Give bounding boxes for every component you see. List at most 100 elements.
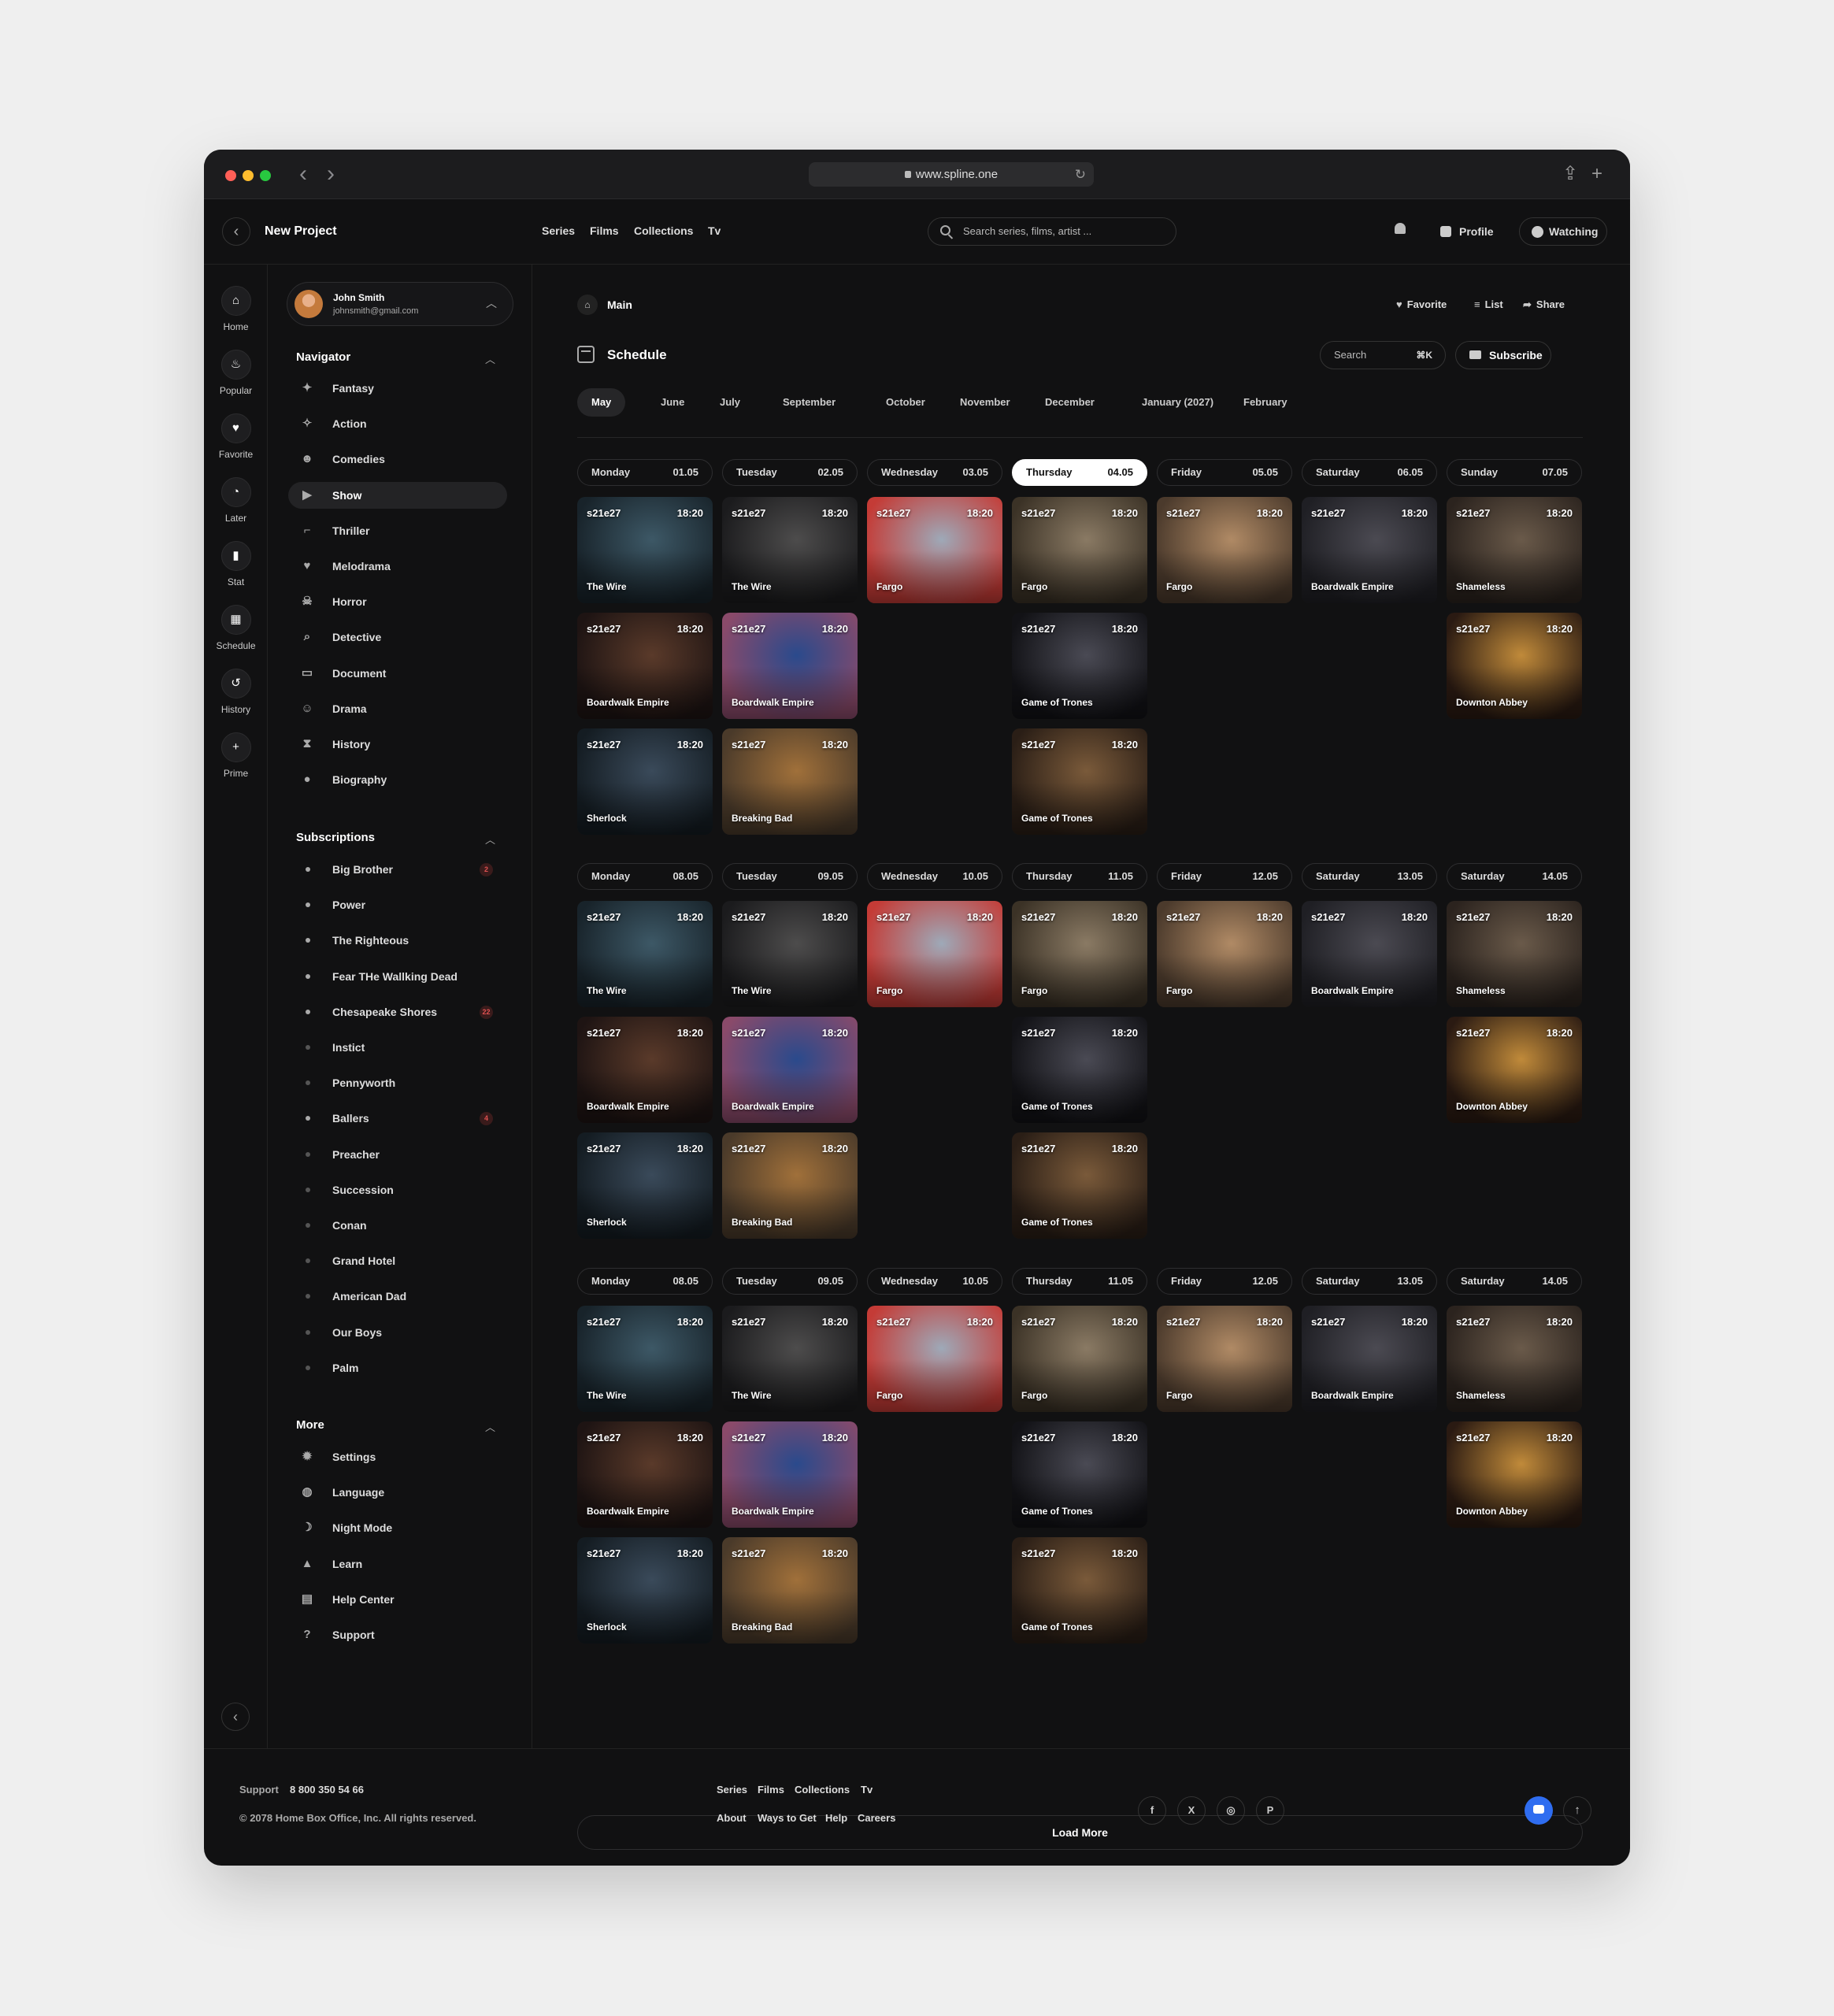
search-input[interactable]: Search series, films, artist ... xyxy=(928,217,1176,246)
episode-card-the-wire[interactable]: s21e27 18:20 The Wire xyxy=(577,497,713,603)
subscription-item-pennyworth[interactable]: Pennyworth xyxy=(288,1069,507,1096)
rail-item-favorite[interactable]: ♥ Favorite xyxy=(204,413,268,460)
sidebar-item-melodrama[interactable]: ♥ Melodrama xyxy=(288,553,507,580)
episode-card-the-wire[interactable]: s21e27 18:20 The Wire xyxy=(577,1306,713,1412)
topnav-tv[interactable]: Tv xyxy=(708,224,721,237)
episode-card-fargo[interactable]: s21e27 18:20 Fargo xyxy=(867,901,1002,1007)
subscribe-button[interactable]: Subscribe xyxy=(1455,341,1551,369)
episode-card-boardwalk-empire[interactable]: s21e27 18:20 Boardwalk Empire xyxy=(722,1017,858,1123)
forward-arrow-icon[interactable]: › xyxy=(320,162,341,186)
footer-link-tv[interactable]: Tv xyxy=(861,1784,873,1796)
sidebar-item-comedies[interactable]: ☻ Comedies xyxy=(288,446,507,472)
subscription-item-chesapeake-shores[interactable]: Chesapeake Shores 22 xyxy=(288,999,507,1025)
sidebar-item-fantasy[interactable]: ✦ Fantasy xyxy=(288,375,507,402)
month-tab-june[interactable]: June xyxy=(647,388,698,417)
footer-link-films[interactable]: Films xyxy=(758,1784,784,1796)
month-tab-december[interactable]: December xyxy=(1031,388,1109,417)
subscription-item-american-dad[interactable]: American Dad xyxy=(288,1283,507,1310)
topnav-series[interactable]: Series xyxy=(542,224,575,237)
sidebar-item-language[interactable]: ◍ Language xyxy=(288,1479,507,1506)
rail-item-stat[interactable]: ▮ Stat xyxy=(204,541,268,587)
favorite-button[interactable]: ♥ Favorite xyxy=(1396,295,1447,315)
month-tab-july[interactable]: July xyxy=(706,388,754,417)
month-tab-november[interactable]: November xyxy=(946,388,1024,417)
instagram-icon[interactable]: ◎ xyxy=(1217,1796,1245,1825)
footer-link-about[interactable]: About xyxy=(717,1812,747,1824)
minimize-window-button[interactable] xyxy=(243,170,254,181)
close-window-button[interactable] xyxy=(225,170,236,181)
watching-button[interactable]: Watching xyxy=(1519,217,1607,246)
episode-card-boardwalk-empire[interactable]: s21e27 18:20 Boardwalk Empire xyxy=(577,1421,713,1528)
rail-item-later[interactable]: ◔ Later xyxy=(204,477,268,524)
sidebar-item-biography[interactable]: ● Biography xyxy=(288,766,507,793)
bell-icon[interactable] xyxy=(1395,223,1406,234)
day-header[interactable]: Tuesday 09.05 xyxy=(722,1268,858,1295)
rail-item-schedule[interactable]: ▦ Schedule xyxy=(204,605,268,651)
subscription-item-preacher[interactable]: Preacher xyxy=(288,1141,507,1168)
month-tab-february[interactable]: February xyxy=(1229,388,1302,417)
back-button[interactable]: ‹ xyxy=(222,217,250,246)
sidebar-item-settings[interactable]: ✹ Settings xyxy=(288,1443,507,1470)
episode-card-boardwalk-empire[interactable]: s21e27 18:20 Boardwalk Empire xyxy=(1302,497,1437,603)
month-tab-september[interactable]: September xyxy=(769,388,850,417)
subscription-item-fear-the-wallking-dead[interactable]: Fear THe Wallking Dead xyxy=(288,963,507,990)
subscription-item-succession[interactable]: Succession xyxy=(288,1177,507,1203)
episode-card-fargo[interactable]: s21e27 18:20 Fargo xyxy=(867,497,1002,603)
episode-card-the-wire[interactable]: s21e27 18:20 The Wire xyxy=(577,901,713,1007)
episode-card-sherlock[interactable]: s21e27 18:20 Sherlock xyxy=(577,728,713,835)
episode-card-game-of-trones[interactable]: s21e27 18:20 Game of Trones xyxy=(1012,613,1147,719)
day-header[interactable]: Monday 01.05 xyxy=(577,459,713,486)
subscription-item-palm[interactable]: Palm xyxy=(288,1354,507,1381)
day-header[interactable]: Friday 12.05 xyxy=(1157,1268,1292,1295)
subscription-item-the-righteous[interactable]: The Righteous xyxy=(288,927,507,954)
sidebar-item-horror[interactable]: ☠ Horror xyxy=(288,588,507,615)
episode-card-downton-abbey[interactable]: s21e27 18:20 Downton Abbey xyxy=(1447,1017,1582,1123)
share-icon[interactable]: ⇪ xyxy=(1562,162,1578,186)
day-header[interactable]: Monday 08.05 xyxy=(577,1268,713,1295)
episode-card-fargo[interactable]: s21e27 18:20 Fargo xyxy=(1157,1306,1292,1412)
episode-card-fargo[interactable]: s21e27 18:20 Fargo xyxy=(1157,901,1292,1007)
month-tab-may[interactable]: May xyxy=(577,388,626,417)
subscription-item-grand-hotel[interactable]: Grand Hotel xyxy=(288,1247,507,1274)
episode-card-boardwalk-empire[interactable]: s21e27 18:20 Boardwalk Empire xyxy=(577,1017,713,1123)
subscription-item-power[interactable]: Power xyxy=(288,891,507,918)
subscription-item-instict[interactable]: Instict xyxy=(288,1034,507,1061)
episode-card-game-of-trones[interactable]: s21e27 18:20 Game of Trones xyxy=(1012,728,1147,835)
breadcrumb[interactable]: ⌂ Main xyxy=(577,295,632,315)
pinterest-icon[interactable]: P xyxy=(1256,1796,1284,1825)
day-header[interactable]: Wednesday 10.05 xyxy=(867,863,1002,890)
episode-card-game-of-trones[interactable]: s21e27 18:20 Game of Trones xyxy=(1012,1132,1147,1239)
footer-link-collections[interactable]: Collections xyxy=(795,1784,850,1796)
topnav-films[interactable]: Films xyxy=(590,224,619,237)
rail-item-history[interactable]: ↺ History xyxy=(204,669,268,715)
day-header[interactable]: Saturday 14.05 xyxy=(1447,1268,1582,1295)
collapse-sidebar-button[interactable]: ‹ xyxy=(221,1703,250,1731)
episode-card-sherlock[interactable]: s21e27 18:20 Sherlock xyxy=(577,1132,713,1239)
episode-card-breaking-bad[interactable]: s21e27 18:20 Breaking Bad xyxy=(722,1132,858,1239)
day-header[interactable]: Saturday 13.05 xyxy=(1302,1268,1437,1295)
month-tab-january-2027[interactable]: January (2027) xyxy=(1128,388,1228,417)
reload-icon[interactable]: ↻ xyxy=(1075,162,1086,187)
day-header[interactable]: Monday 08.05 xyxy=(577,863,713,890)
episode-card-downton-abbey[interactable]: s21e27 18:20 Downton Abbey xyxy=(1447,1421,1582,1528)
episode-card-game-of-trones[interactable]: s21e27 18:20 Game of Trones xyxy=(1012,1537,1147,1644)
new-tab-icon[interactable]: + xyxy=(1591,162,1602,186)
sidebar-item-show[interactable]: ▶ Show xyxy=(288,481,507,509)
sidebar-item-thriller[interactable]: ⌐ Thriller xyxy=(288,517,507,544)
chevron-up-icon[interactable]: ︿ xyxy=(485,832,495,847)
share-button[interactable]: ➦ Share xyxy=(1523,295,1565,315)
chevron-up-icon[interactable]: ︿ xyxy=(485,351,495,366)
episode-card-sherlock[interactable]: s21e27 18:20 Sherlock xyxy=(577,1537,713,1644)
rail-item-popular[interactable]: ♨ Popular xyxy=(204,350,268,396)
episode-card-game-of-trones[interactable]: s21e27 18:20 Game of Trones xyxy=(1012,1017,1147,1123)
episode-card-boardwalk-empire[interactable]: s21e27 18:20 Boardwalk Empire xyxy=(722,1421,858,1528)
episode-card-shameless[interactable]: s21e27 18:20 Shameless xyxy=(1447,497,1582,603)
sidebar-item-learn[interactable]: ▲ Learn xyxy=(288,1551,507,1577)
episode-card-game-of-trones[interactable]: s21e27 18:20 Game of Trones xyxy=(1012,1421,1147,1528)
episode-card-shameless[interactable]: s21e27 18:20 Shameless xyxy=(1447,1306,1582,1412)
subscription-item-conan[interactable]: Conan xyxy=(288,1212,507,1239)
episode-card-breaking-bad[interactable]: s21e27 18:20 Breaking Bad xyxy=(722,1537,858,1644)
day-header[interactable]: Tuesday 09.05 xyxy=(722,863,858,890)
day-header[interactable]: Friday 12.05 xyxy=(1157,863,1292,890)
day-header[interactable]: Wednesday 03.05 xyxy=(867,459,1002,486)
